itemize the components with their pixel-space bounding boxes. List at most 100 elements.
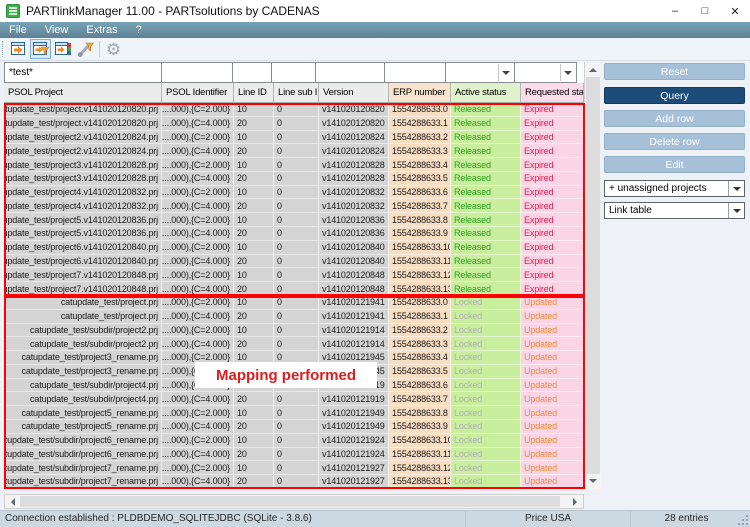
add-row-button[interactable]: Add row [604,110,745,127]
scroll-left-icon[interactable] [5,495,20,508]
cell: Locked [451,447,521,462]
cell: Released [451,185,521,200]
cell: 1554288633.6 [389,185,451,200]
table-row[interactable]: catupdate_test/subdir/project2.prj ....00… [4,323,600,338]
column-header[interactable]: Version [319,83,389,103]
delete-row-button[interactable]: Delete row [604,133,745,150]
link-table-columns-icon[interactable] [52,39,73,59]
table-row[interactable]: catupdate_test/project3.v141020120828.pr… [4,171,600,186]
scroll-right-icon[interactable] [568,495,583,508]
table-row[interactable]: catupdate_test/project2.v141020120824.pr… [4,144,600,159]
horizontal-scroll-thumb[interactable] [20,496,560,507]
menu-view[interactable]: View [36,22,78,38]
filter-line-sub-id[interactable] [271,62,316,83]
toolbar-grip [2,41,5,57]
table-row[interactable]: catupdate_test/project6.v141020120840.pr… [4,254,600,269]
cell: catupdate_test/project.v141020120820.prj [4,116,162,131]
cell: 1554288633.11 [389,254,451,269]
cell: Expired [521,227,584,241]
chevron-down-icon[interactable] [560,64,575,81]
cell: 20 [234,337,274,352]
table-row[interactable]: catupdate_test/project.v141020120820.prj… [4,103,600,117]
column-header[interactable]: Active status [451,83,521,103]
cell: 1554288633.3 [389,144,451,159]
cell: Expired [521,282,584,296]
table-row[interactable]: catupdate_test/subdir/project7_rename.pr… [4,475,600,489]
cell: v141020120824 [319,144,389,159]
cell: 1554288633.9 [389,419,451,434]
horizontal-scrollbar[interactable] [4,494,584,509]
cell: 1554288633.4 [389,351,451,365]
column-header[interactable]: PSOL Project [4,83,162,103]
vertical-scroll-thumb[interactable] [586,77,600,474]
vertical-scrollbar[interactable] [584,62,601,489]
screw-filter-icon[interactable] [74,39,95,59]
resize-grip[interactable] [737,514,748,525]
table-row[interactable]: catupdate_test/project4.v141020120832.pr… [4,199,600,214]
table-row[interactable]: catupdate_test/project5_rename.prj ....00… [4,406,600,420]
table-row[interactable]: catupdate_test/subdir/project6_rename.pr… [4,447,600,462]
menu-help[interactable]: ? [127,22,151,38]
table-row[interactable]: catupdate_test/project.prj ....000),{C=2.… [4,295,600,310]
filter-psol-identifier[interactable] [161,62,233,83]
cell: Locked [451,351,521,365]
column-header[interactable]: Requested status [521,83,584,103]
chevron-down-icon[interactable] [728,181,744,196]
table-row[interactable]: catupdate_test/project5.v141020120836.pr… [4,213,600,228]
table-row[interactable]: catupdate_test/subdir/project2.prj ....00… [4,337,600,352]
cell: 1554288633.8 [389,406,451,420]
scroll-down-icon[interactable] [585,474,601,489]
table-row[interactable]: catupdate_test/project4.v141020120832.pr… [4,185,600,200]
reset-button[interactable]: Reset [604,63,745,80]
table-row[interactable]: catupdate_test/subdir/project6_rename.pr… [4,433,600,448]
table-row[interactable]: catupdate_test/project3.v141020120828.pr… [4,158,600,172]
table-row[interactable]: catupdate_test/project.v141020120820.prj… [4,116,600,131]
table-row[interactable]: catupdate_test/project7.v141020120848.pr… [4,268,600,283]
table-row[interactable]: catupdate_test/subdir/project7_rename.pr… [4,461,600,476]
unassigned-projects-dropdown[interactable]: + unassigned projects [604,180,745,197]
filter-active-status[interactable] [445,62,515,83]
table-row[interactable]: catupdate_test/subdir/project4.prj....00… [4,392,600,407]
table-row[interactable]: catupdate_test/project5.v141020120836.pr… [4,227,600,241]
menu-extras[interactable]: Extras [77,22,126,38]
column-header[interactable]: ERP number [389,83,451,103]
table-row[interactable]: catupdate_test/project5_rename.prj ....00… [4,419,600,434]
column-header[interactable]: Line ID [234,83,274,103]
edit-button[interactable]: Edit [604,156,745,173]
cell: Updated [521,406,584,420]
link-table-icon[interactable] [8,39,29,59]
table-row[interactable]: catupdate_test/project.prj ....000),{C=4.… [4,309,600,324]
filter-version[interactable] [315,62,385,83]
cell: catupdate_test/project3.v141020120828.pr… [4,158,162,172]
table-row[interactable]: catupdate_test/project2.v141020120824.pr… [4,130,600,145]
table-row[interactable]: catupdate_test/project7.v141020120848.pr… [4,282,600,296]
column-header[interactable]: PSOL Identifier [162,83,234,103]
link-table-dropdown[interactable]: Link table [604,202,745,219]
close-button[interactable]: ✕ [720,0,750,22]
chevron-down-icon[interactable] [728,203,744,218]
menu-file[interactable]: File [0,22,36,38]
filter-psol-project[interactable]: *test* [4,62,162,83]
maximize-button[interactable]: □ [690,0,720,22]
cell: 1554288633.0 [389,295,451,310]
filter-requested-status[interactable] [514,62,577,83]
link-table-filter-icon[interactable] [30,39,51,59]
settings-gear-icon[interactable]: ⚙ [103,39,124,59]
scroll-up-icon[interactable] [585,62,601,77]
cell: Locked [451,337,521,352]
cell: Updated [521,309,584,324]
cell: 0 [274,475,319,489]
cell: Expired [521,185,584,200]
filter-erp-number[interactable] [384,62,446,83]
cell: 20 [234,199,274,214]
table-row[interactable]: catupdate_test/project6.v141020120840.pr… [4,240,600,255]
cell: Updated [521,433,584,448]
column-header[interactable]: Line sub ID [274,83,319,103]
cell: Updated [521,295,584,310]
chevron-down-icon[interactable] [498,64,513,81]
query-button[interactable]: Query [604,87,745,104]
minimize-button[interactable]: – [660,0,690,22]
cell: 10 [234,158,274,172]
filter-line-id[interactable] [232,62,272,83]
cell: 1554288633.8 [389,213,451,228]
